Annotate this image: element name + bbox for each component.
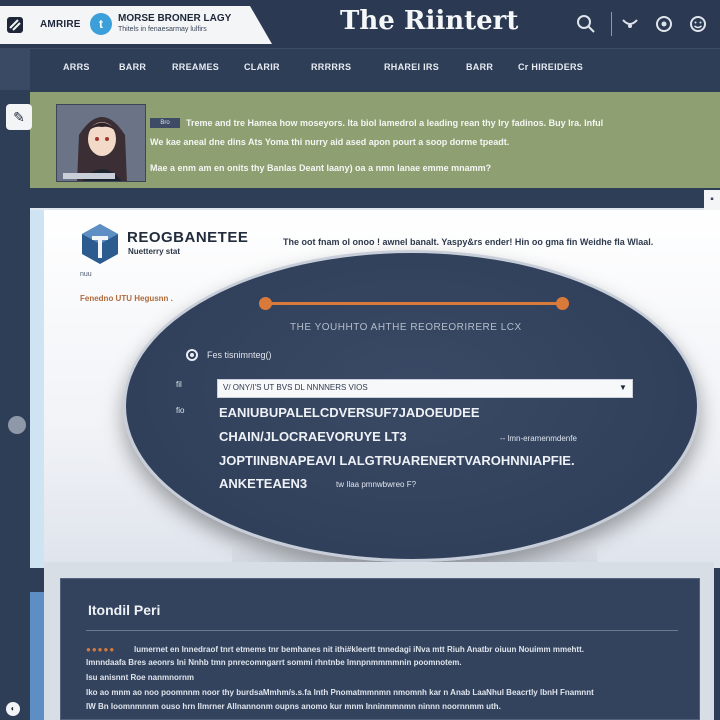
page-blurb: The oot fnam ol onoo ! awnel banalt. Yas… [283, 237, 654, 247]
breadcrumb[interactable]: Fenedno UTU Hegusnn . [80, 294, 173, 303]
header-brand-panel: AMRIRE t MORSE BRONER LAGY Thitels in fe… [0, 6, 272, 44]
chat-icon[interactable]: ◐ [6, 702, 20, 716]
site-title[interactable]: The Riintert [340, 6, 518, 36]
field-label-2: fio [176, 406, 185, 415]
bottom-line-3: Isu anisnnt Roe nanmnornm [86, 673, 195, 682]
avatar[interactable] [56, 104, 146, 182]
cube-logo-icon[interactable] [80, 222, 120, 266]
slider-handle-left[interactable] [259, 297, 272, 310]
dialog-line-1: EANIUBUPALELCDVERSUF7JADOEUDEE [219, 405, 480, 420]
collapse-icon[interactable]: ▪ [704, 190, 720, 210]
dialog-line-2: CHAIN/JLOCRAEVORUYE LT3 [219, 429, 407, 444]
nav-item-3[interactable]: RREAMES [172, 62, 219, 72]
nav-left-strip [0, 48, 30, 90]
chevron-down-icon[interactable]: ▼ [619, 383, 627, 392]
page-brand-subtitle: Nuetterry stat [128, 247, 181, 256]
bottom-line-2: Imnndaafa Bres aeonrs Ini Nnhb tmn pnrec… [86, 658, 462, 667]
option-radio[interactable] [186, 349, 198, 361]
main-nav [0, 48, 720, 90]
dialog-title: THE YOUHHTO AHTHE REOREORIRERE LCX [290, 322, 522, 333]
nav-item-7[interactable]: BARR [466, 62, 493, 72]
brand-subtitle: Thitels in fenaesarmay lulfirs [118, 26, 207, 33]
help-icon[interactable] [654, 14, 674, 34]
bottom-line-5: IW Bn Ioomnmnnm ouso hrn Ilmrner Allnann… [86, 702, 501, 711]
nav-item-6[interactable]: RHAREI IRS [384, 62, 439, 72]
field-label-1: fil [176, 380, 182, 389]
dialog-line-4: ANKETEAEN3 [219, 476, 308, 491]
rating-stars: ●●●●● [86, 645, 116, 654]
header-divider [611, 12, 612, 36]
pen-icon[interactable]: ✎ [6, 104, 32, 130]
bottom-line-4: Iko ao mnm ao noo poomnnm noor thy burds… [86, 688, 594, 697]
emoji-icon[interactable] [688, 14, 708, 34]
option-radio-label[interactable]: Fes tisnimnteg() [207, 350, 272, 360]
messages-icon[interactable] [620, 14, 640, 34]
bottom-card-title: Itondil Peri [88, 602, 161, 618]
logo-icon[interactable] [6, 16, 24, 34]
dialog-select-value[interactable]: V/ ONY/I'S UT BVS DL NNNNERS VIOS [223, 383, 368, 392]
bottom-line-1: lumernet en Innedraof tnrt etmems tnr be… [134, 645, 584, 654]
content-top-line [30, 208, 720, 210]
brand-small[interactable]: AMRIRE [40, 19, 81, 30]
brand-name: MORSE BRONER LAGY [118, 13, 232, 24]
nav-item-1[interactable]: ARRS [63, 62, 90, 72]
banner-line-1: Treme and tre Hamea how moseyors. Ita bi… [186, 118, 604, 128]
banner-line-2: We kae aneal dne dins Ats Yoma thi nurry… [150, 137, 510, 147]
dialog-line-3: JOPTIINBNAPEAVI LALGTRUARENERTVAROHNNIAP… [219, 453, 575, 468]
banner-tag: Bro [150, 118, 180, 128]
search-icon[interactable] [576, 14, 596, 34]
nav-item-5[interactable]: RRRRRS [311, 62, 351, 72]
nav-item-2[interactable]: BARR [119, 62, 146, 72]
small-pill[interactable]: nuu [80, 271, 92, 278]
page-brand: REOGBANETEE [127, 229, 249, 246]
dialog-line-4-suffix: tw Ilaa pmnwbwreo F? [336, 480, 417, 489]
nav-item-4[interactable]: CLARIR [244, 62, 280, 72]
nav-item-8[interactable]: Cr HIREIDERS [518, 62, 583, 72]
dialog-slider-track[interactable] [265, 302, 563, 305]
twitter-icon[interactable]: t [90, 13, 112, 35]
dialog-line-2-suffix: -- lmn-eramenmdenfe [500, 434, 577, 443]
slider-handle-right[interactable] [556, 297, 569, 310]
scroll-knob[interactable] [8, 416, 26, 434]
content-left-bar [30, 208, 44, 568]
banner-line-3: Mae a enm am en onits thy Banlas Deant l… [150, 163, 492, 173]
bottom-card-rule [86, 630, 678, 631]
bottom-left-bar [30, 592, 44, 720]
